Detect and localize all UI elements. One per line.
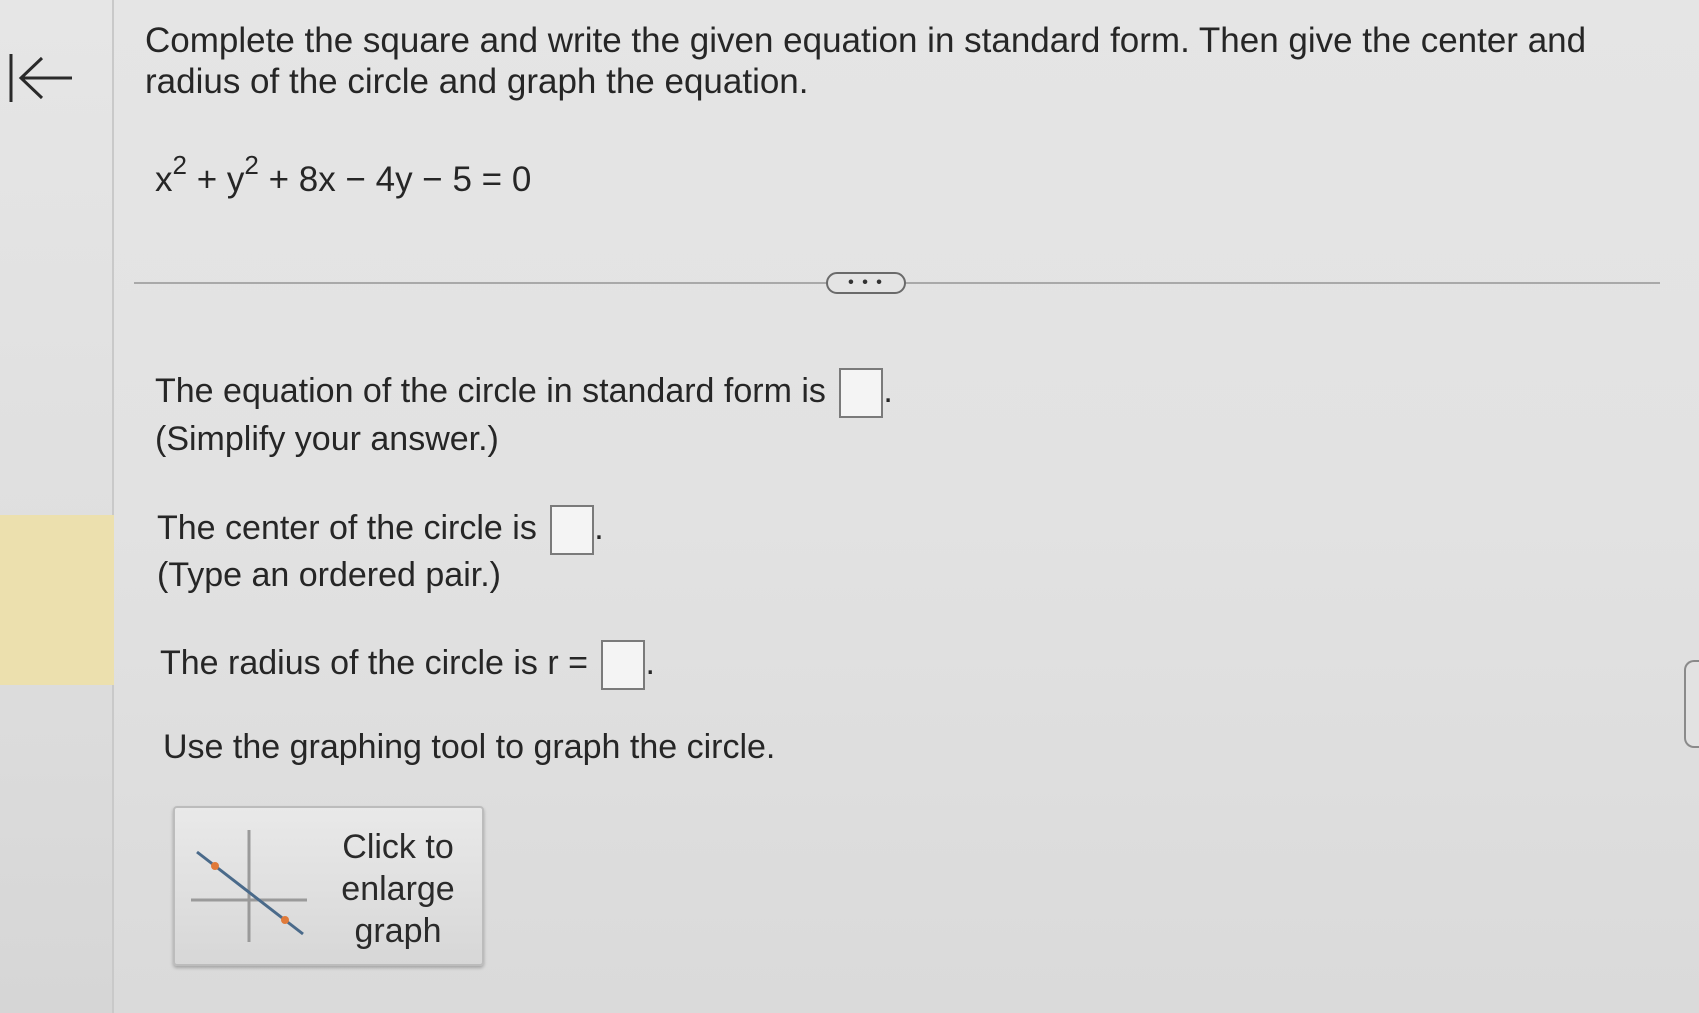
left-rail [0,0,114,1013]
radius-label: The radius of the circle is r = [160,643,589,682]
center-hint: (Type an ordered pair.) [157,556,501,594]
question-prompt: Complete the square and write the given … [145,21,1587,101]
enlarge-graph-label: Click to enlarge graph [341,828,455,950]
equation-plus: + [196,160,218,199]
equation-x: x [155,160,173,199]
radius-input[interactable] [601,640,646,690]
graph-instruction: Use the graphing tool to graph the circl… [163,728,776,766]
center-label: The center of the circle is [157,508,537,547]
back-arrow-icon[interactable] [6,44,74,108]
side-panel-tab[interactable] [1684,660,1699,748]
center-input[interactable] [550,505,595,555]
standard-form-label: The equation of the circle in standard f… [155,371,826,410]
current-question-marker [0,515,114,685]
standard-form-input[interactable] [839,368,884,418]
enlarge-graph-button[interactable]: Click to enlarge graph [173,806,484,966]
equation-x-exponent: 2 [172,150,187,181]
center-row: The center of the circle is . [157,505,604,555]
expand-more-button[interactable]: • • • [826,272,906,294]
standard-form-row: The equation of the circle in standard f… [155,368,893,418]
given-equation: x2 + y2 + 8x − 4y − 5 = 0 [155,152,532,200]
equation-rest: + 8x − 4y − 5 = 0 [268,160,532,199]
equation-y: y [226,160,245,199]
graph-thumbnail-icon [189,822,309,950]
equation-y-exponent: 2 [244,150,259,181]
standard-form-hint: (Simplify your answer.) [155,420,499,458]
radius-row: The radius of the circle is r = . [160,640,655,690]
